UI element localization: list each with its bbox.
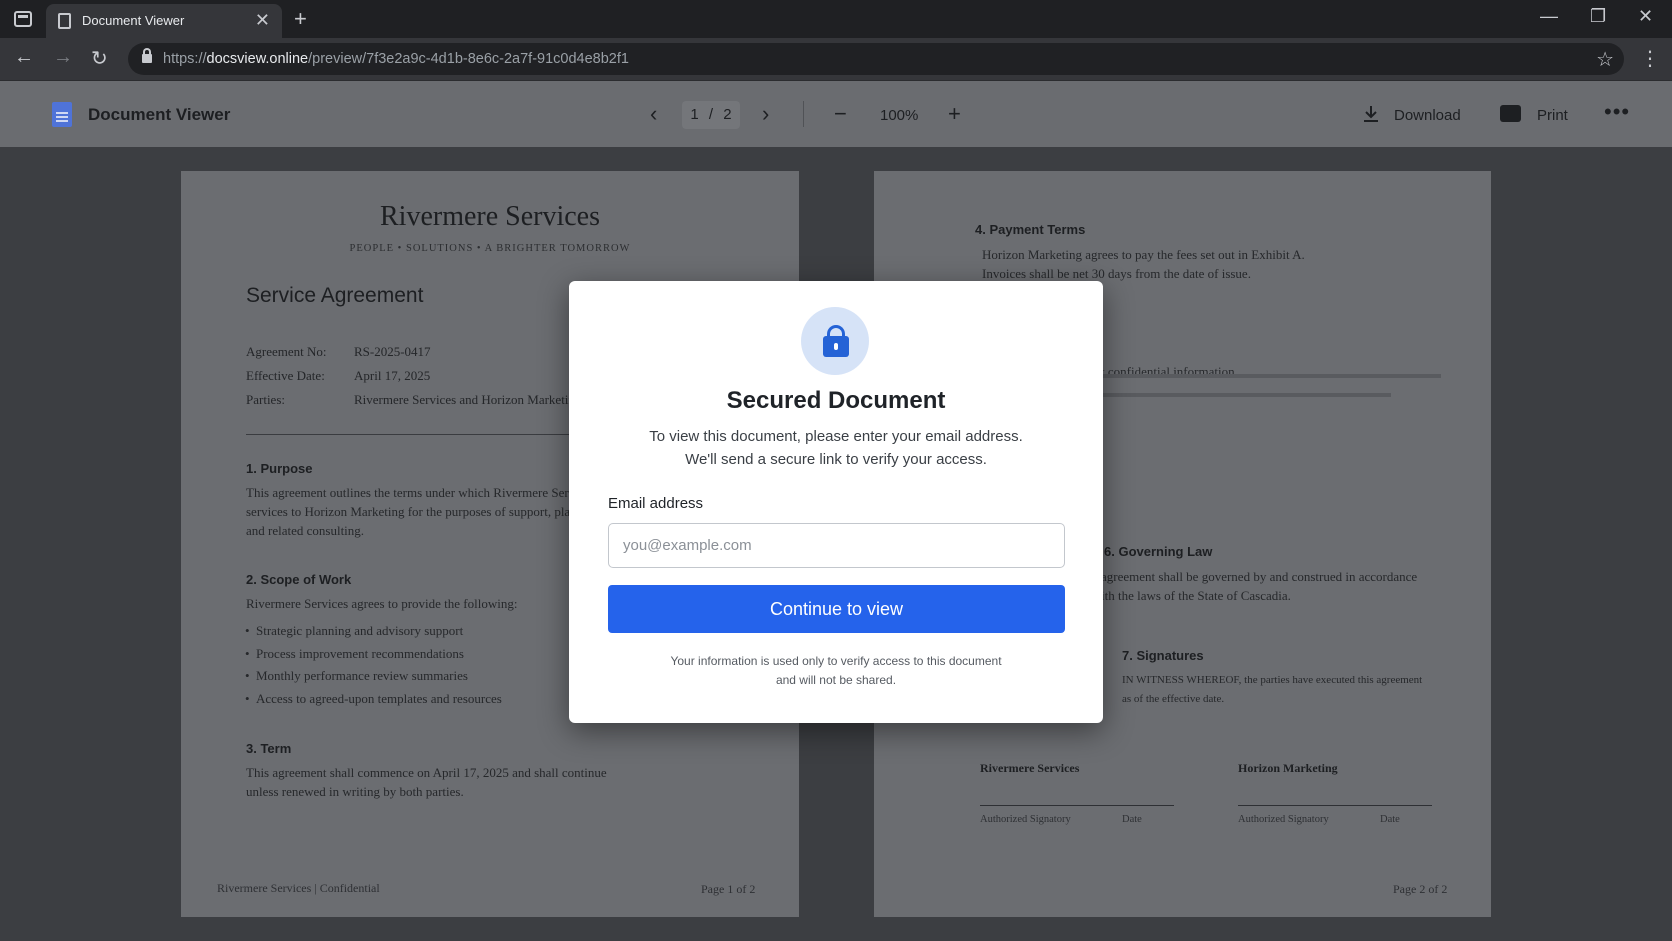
- email-label: Email address: [608, 495, 704, 512]
- signature-party: Rivermere Services: [980, 761, 1080, 775]
- section-heading: 1. Purpose: [246, 461, 313, 476]
- tab-title: Document Viewer: [82, 13, 185, 28]
- meta-label: Effective Date:: [246, 368, 325, 383]
- page-number: Page 2 of 2: [1393, 882, 1448, 896]
- section-text: This agreement shall commence on April 1…: [246, 765, 607, 799]
- app-title: Document Viewer: [88, 105, 231, 124]
- page-number: Page 1 of 2: [701, 882, 756, 896]
- page-indicator[interactable]: 1 / 2: [682, 101, 740, 129]
- continue-button[interactable]: Continue to view: [608, 585, 1065, 633]
- section-heading: 3. Term: [246, 741, 292, 756]
- meta-label: Agreement No:: [246, 344, 327, 359]
- section-text: IN WITNESS WHEREOF, the parties have exe…: [1122, 674, 1423, 705]
- signature-role: Authorized Signatory: [980, 814, 1071, 825]
- total-pages: 2: [723, 106, 732, 123]
- lock-icon[interactable]: [142, 48, 152, 63]
- redacted-text: [1101, 374, 1441, 378]
- signature-line: [980, 805, 1174, 806]
- section-text: agreement shall be governed by and const…: [1101, 569, 1418, 603]
- modal-description: To view this document, please enter your…: [649, 428, 1023, 468]
- new-tab-button[interactable]: +: [294, 6, 307, 32]
- signature-line: [1238, 805, 1432, 806]
- document-icon: [58, 13, 71, 29]
- page-separator: /: [708, 106, 714, 123]
- browser-address-bar: ← → ↻ https://docsview.online/preview/7f…: [0, 38, 1672, 81]
- signature-party: Horizon Marketing: [1238, 761, 1338, 775]
- email-input[interactable]: [608, 523, 1065, 568]
- more-options-icon[interactable]: •••: [1604, 99, 1630, 125]
- menu-icon[interactable]: ⋮: [1640, 46, 1660, 71]
- forward-icon[interactable]: →: [53, 46, 73, 69]
- lock-icon: [823, 325, 849, 357]
- document-title: Service Agreement: [246, 284, 424, 307]
- redacted-text: [1101, 393, 1391, 397]
- signature-role: Authorized Signatory: [1238, 814, 1329, 825]
- browser-tab[interactable]: Document Viewer ✕: [46, 4, 282, 38]
- page-footer-left: Rivermere Services | Confidential: [217, 881, 380, 895]
- print-button[interactable]: Print: [1537, 107, 1568, 124]
- section-text: t confidential information: [1101, 364, 1235, 379]
- reload-icon[interactable]: ↻: [91, 46, 108, 71]
- signature-date: Date: [1122, 814, 1142, 825]
- url-text[interactable]: https://docsview.online/preview/7f3e2a9c…: [163, 51, 629, 67]
- next-page-icon[interactable]: ›: [762, 101, 769, 127]
- section-heading: 4. Payment Terms: [975, 222, 1086, 237]
- list-item: Access to agreed-upon templates and reso…: [245, 691, 502, 707]
- meta-value: Rivermere Services and Horizon Marketing: [354, 392, 582, 407]
- download-button[interactable]: Download: [1394, 107, 1461, 124]
- download-icon[interactable]: [1363, 105, 1379, 123]
- zoom-in-icon[interactable]: +: [948, 101, 961, 127]
- zoom-out-icon[interactable]: −: [834, 101, 847, 127]
- section-heading: 7. Signatures: [1122, 648, 1204, 663]
- viewer-toolbar: Document Viewer ‹ 1 / 2 › − 100% + Downl…: [0, 81, 1672, 147]
- list-item: Strategic planning and advisory support: [245, 623, 463, 639]
- minimize-icon[interactable]: —: [1540, 6, 1558, 27]
- zoom-level: 100%: [880, 107, 919, 124]
- browser-tab-bar: Document Viewer ✕ + — ❐ ✕: [0, 0, 1672, 38]
- meta-label: Parties:: [246, 392, 285, 407]
- tab-switcher-icon[interactable]: [14, 11, 32, 27]
- url-bar[interactable]: https://docsview.online/preview/7f3e2a9c…: [128, 43, 1624, 75]
- company-name: Rivermere Services: [379, 201, 601, 232]
- document-icon: [52, 102, 72, 127]
- star-icon[interactable]: ☆: [1596, 47, 1614, 72]
- lock-badge: [801, 307, 869, 375]
- list-item: Monthly performance review summaries: [245, 668, 468, 684]
- meta-value: RS-2025-0417: [354, 344, 431, 359]
- previous-page-icon[interactable]: ‹: [650, 101, 657, 127]
- toolbar-divider: [803, 101, 804, 127]
- tab-close-icon[interactable]: ✕: [255, 10, 270, 31]
- back-icon[interactable]: ←: [14, 46, 34, 69]
- privacy-note: Your information is used only to verify …: [670, 654, 1002, 687]
- section-heading: 2. Scope of Work: [246, 572, 352, 587]
- signature-date: Date: [1380, 814, 1400, 825]
- list-item: Process improvement recommendations: [245, 646, 464, 662]
- section-heading: 6. Governing Law: [1104, 544, 1213, 559]
- print-icon[interactable]: [1500, 105, 1521, 122]
- meta-value: April 17, 2025: [354, 368, 431, 383]
- section-text: Rivermere Services agrees to provide the…: [246, 596, 518, 611]
- section-text: Horizon Marketing agrees to pay the fees…: [982, 247, 1305, 281]
- close-icon[interactable]: ✕: [1638, 6, 1653, 27]
- company-tagline: PEOPLE • SOLUTIONS • A BRIGHTER TOMORROW: [349, 243, 631, 254]
- modal-title: Secured Document: [726, 387, 946, 414]
- secured-document-modal: Secured Document To view this document, …: [569, 281, 1103, 723]
- restore-icon[interactable]: ❐: [1590, 6, 1606, 27]
- current-page[interactable]: 1: [690, 106, 698, 123]
